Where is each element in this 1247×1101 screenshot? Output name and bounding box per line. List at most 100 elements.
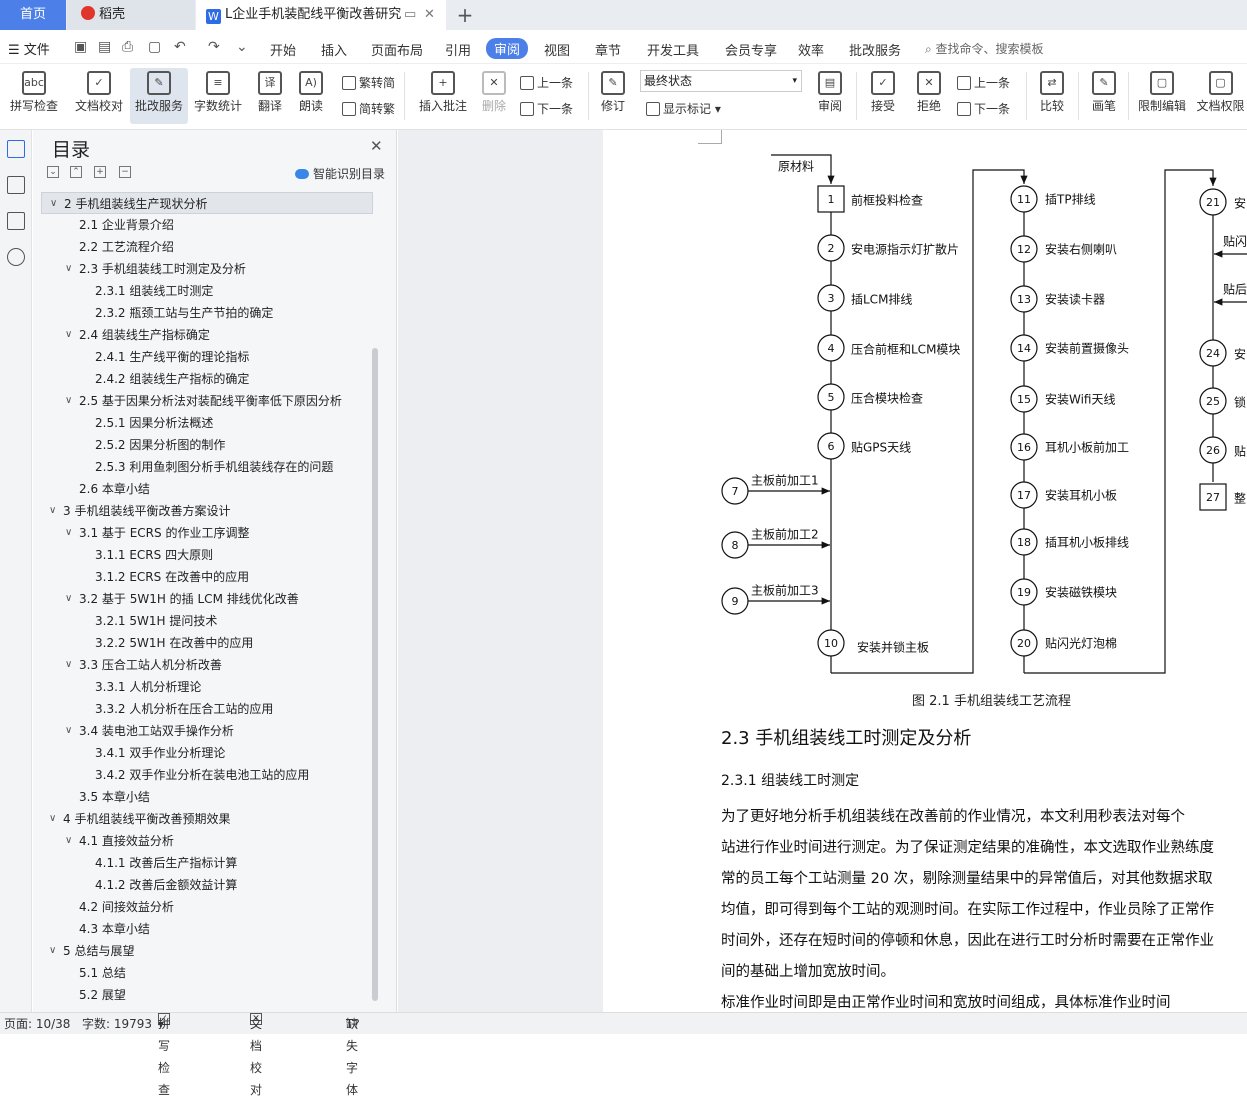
tab-home[interactable]: 首页 xyxy=(0,0,66,30)
toc-item[interactable]: 3.5 本章小结 xyxy=(41,786,373,808)
restrict-edit-button[interactable]: ▢ 限制编辑 xyxy=(1134,68,1190,124)
status-spell-check[interactable]: ✓ 拼写检查 ▾ xyxy=(158,1013,170,1097)
toc-item[interactable]: 4.3 本章小结 xyxy=(41,918,373,940)
toc-item[interactable]: ∨ 4 手机组装线平衡改善预期效果 xyxy=(41,808,373,830)
expand-up-icon[interactable]: ⌃ xyxy=(70,166,82,178)
insert-comment-button[interactable]: + 插入批注 xyxy=(414,68,472,124)
toc-item[interactable]: ∨ 3 手机组装线平衡改善方案设计 xyxy=(41,500,373,522)
expand-toggle-icon[interactable]: ∨ xyxy=(65,588,72,610)
toc-item[interactable]: 3.4.1 双手作业分析理论 xyxy=(41,742,373,764)
doc-proof-button[interactable]: ✓ 文档校对 xyxy=(70,68,128,124)
expand-toggle-icon[interactable]: ∨ xyxy=(65,654,72,676)
review-service-button[interactable]: ✎ 批改服务 xyxy=(130,68,188,124)
pin-icon[interactable]: ▭ xyxy=(404,0,416,30)
menu-efficiency[interactable]: 效率 xyxy=(798,40,824,59)
toc-item[interactable]: 2.5.2 因果分析图的制作 xyxy=(41,434,373,456)
read-aloud-button[interactable]: A) 朗读 xyxy=(294,68,328,124)
toc-item[interactable]: 3.1.2 ECRS 在改善中的应用 xyxy=(41,566,373,588)
menu-start[interactable]: 开始 xyxy=(270,40,296,59)
toc-scrollbar[interactable] xyxy=(372,348,378,1001)
menu-correction[interactable]: 批改服务 xyxy=(849,40,901,59)
track-changes-button[interactable]: ✎ 修订 xyxy=(594,68,632,124)
compare-button[interactable]: ⇄ 比较 xyxy=(1032,68,1072,124)
search-icon[interactable] xyxy=(7,248,25,266)
toc-item[interactable]: 2.4.1 生产线平衡的理论指标 xyxy=(41,346,373,368)
word-count-button[interactable]: ≡ 字数统计 xyxy=(191,68,245,124)
toc-item[interactable]: 5.1 总结 xyxy=(41,962,373,984)
smart-toc-button[interactable]: 智能识别目录 xyxy=(295,165,385,182)
toc-item[interactable]: ∨ 3.3 压合工站人机分析改善 xyxy=(41,654,373,676)
expand-toggle-icon[interactable]: ∨ xyxy=(49,808,56,830)
redo-icon[interactable]: ↷ xyxy=(208,39,220,55)
trad-to-simp-button[interactable]: 繁转简 xyxy=(342,74,395,91)
bookmark-icon[interactable] xyxy=(7,212,25,230)
doc-permission-button[interactable]: ▢ 文档权限 xyxy=(1194,68,1247,124)
toc-item[interactable]: ∨ 3.2 基于 5W1H 的插 LCM 排线优化改善 xyxy=(41,588,373,610)
menu-references[interactable]: 引用 xyxy=(445,40,471,59)
add-heading-icon[interactable]: + xyxy=(94,166,106,178)
save-icon[interactable]: ▣ xyxy=(74,39,87,55)
toc-item[interactable]: ∨ 3.4 装电池工站双手操作分析 xyxy=(41,720,373,742)
expand-toggle-icon[interactable]: ∨ xyxy=(49,500,56,522)
menu-insert[interactable]: 插入 xyxy=(321,40,347,59)
toc-item[interactable]: ∨ 3.1 基于 ECRS 的作业工序调整 xyxy=(41,522,373,544)
print-icon[interactable]: ⎙ xyxy=(122,39,133,55)
toc-item[interactable]: 4.1.1 改善后生产指标计算 xyxy=(41,852,373,874)
prev-change-button[interactable]: 上一条 xyxy=(957,74,1010,91)
new-tab-button[interactable]: + xyxy=(452,0,478,30)
simp-to-trad-button[interactable]: 简转繁 xyxy=(342,100,395,117)
tab-document[interactable]: W L企业手机装配线平衡改善研究 ▭ ✕ xyxy=(196,0,446,30)
document-page[interactable]: 原材料 1 前框投料检查 2 安电源指示灯扩散片 3 插LCM排线 4 压合前框和LCM模块 5 压… xyxy=(603,130,1247,1012)
reject-button[interactable]: ✕ 拒绝 xyxy=(910,68,948,124)
pen-button[interactable]: ✎ 画笔 xyxy=(1086,68,1122,124)
collapse-all-icon[interactable]: ⌄ xyxy=(47,166,59,178)
command-search[interactable]: ⌕ 查找命令、搜索模板 xyxy=(925,40,1044,57)
toc-item[interactable]: ∨ 2.3 手机组装线工时测定及分析 xyxy=(41,258,373,280)
export-pdf-icon[interactable]: ▤ xyxy=(98,39,111,55)
toc-item[interactable]: 2.3.1 组装线工时测定 xyxy=(41,280,373,302)
prev-comment-button[interactable]: 上一条 xyxy=(520,74,573,91)
toc-item[interactable]: 3.4.2 双手作业分析在装电池工站的应用 xyxy=(41,764,373,786)
toc-item[interactable]: 2.5.3 利用鱼刺图分析手机组装线存在的问题 xyxy=(41,456,373,478)
expand-toggle-icon[interactable]: ∨ xyxy=(50,193,57,215)
expand-toggle-icon[interactable]: ∨ xyxy=(65,390,72,412)
review-pane-button[interactable]: ▤ 审阅 xyxy=(812,68,848,124)
expand-toggle-icon[interactable]: ∨ xyxy=(65,720,72,742)
toc-panel-icon[interactable] xyxy=(7,140,25,158)
toc-item[interactable]: 3.3.2 人机分析在压合工站的应用 xyxy=(41,698,373,720)
toc-item[interactable]: 3.2.1 5W1H 提问技术 xyxy=(41,610,373,632)
toc-item[interactable]: ∨ 2.5 基于因果分析法对装配线平衡率低下原因分析 xyxy=(41,390,373,412)
toc-item[interactable]: 2.1 企业背景介绍 xyxy=(41,214,373,236)
toc-item[interactable]: 2.2 工艺流程介绍 xyxy=(41,236,373,258)
expand-toggle-icon[interactable]: ∨ xyxy=(65,522,72,544)
show-marks-button[interactable]: 显示标记 ▾ xyxy=(646,100,721,117)
undo-icon[interactable]: ↶ xyxy=(174,39,186,55)
expand-toggle-icon[interactable]: ∨ xyxy=(65,830,72,852)
file-menu[interactable]: ☰ 文件 xyxy=(8,39,50,58)
toc-item[interactable]: ∨ 2 手机组装线生产现状分析 xyxy=(41,192,373,214)
menu-page-layout[interactable]: 页面布局 xyxy=(371,40,423,59)
outline-panel-icon[interactable] xyxy=(7,176,25,194)
close-tab-icon[interactable]: ✕ xyxy=(424,0,435,30)
word-count[interactable]: 字数: 19793 xyxy=(82,1013,152,1035)
expand-toggle-icon[interactable]: ∨ xyxy=(49,940,56,962)
toc-item[interactable]: 2.5.1 因果分析法概述 xyxy=(41,412,373,434)
expand-toggle-icon[interactable]: ∨ xyxy=(65,324,72,346)
display-state-select[interactable]: 最终状态 ▾ xyxy=(640,70,802,92)
menu-member[interactable]: 会员专享 xyxy=(725,40,777,59)
toc-item[interactable]: 3.1.1 ECRS 四大原则 xyxy=(41,544,373,566)
toc-item[interactable]: 2.4.2 组装线生产指标的确定 xyxy=(41,368,373,390)
expand-toggle-icon[interactable]: ∨ xyxy=(65,258,72,280)
tab-docer[interactable]: 稻壳 xyxy=(67,0,195,30)
toc-item[interactable]: 2.3.2 瓶颈工站与生产节拍的确定 xyxy=(41,302,373,324)
toc-item[interactable]: ∨ 4.1 直接效益分析 xyxy=(41,830,373,852)
remove-heading-icon[interactable]: − xyxy=(119,166,131,178)
toc-item[interactable]: 3.2.2 5W1H 在改善中的应用 xyxy=(41,632,373,654)
menu-dev-tools[interactable]: 开发工具 xyxy=(647,40,699,59)
close-icon[interactable]: ✕ xyxy=(370,137,383,155)
toc-item[interactable]: ∨ 2.4 组装线生产指标确定 xyxy=(41,324,373,346)
accept-button[interactable]: ✓ 接受 xyxy=(864,68,902,124)
toc-item[interactable]: 2.6 本章小结 xyxy=(41,478,373,500)
menu-review[interactable]: 审阅 xyxy=(486,38,529,59)
more-quick-access-icon[interactable]: ⌄ xyxy=(236,39,248,55)
